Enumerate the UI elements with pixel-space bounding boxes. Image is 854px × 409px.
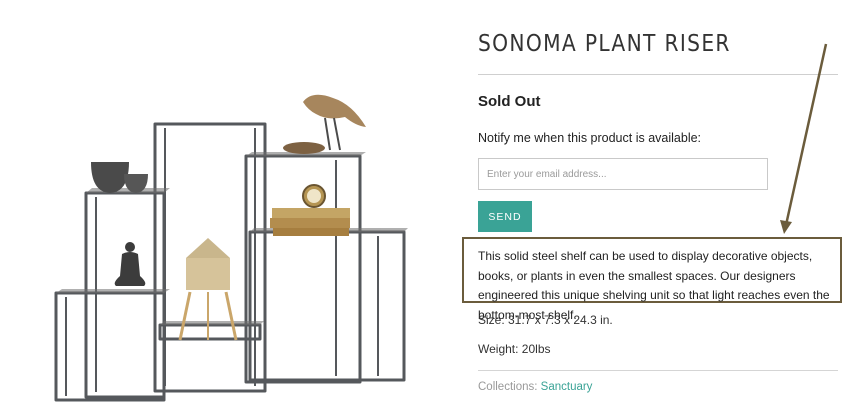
bowl-icon: [91, 162, 148, 193]
send-button[interactable]: SEND: [478, 201, 532, 232]
collections: Collections: Sanctuary: [478, 381, 592, 393]
clock-icon: [302, 184, 326, 208]
divider: [478, 74, 838, 75]
shelf-frame-right: [244, 154, 362, 384]
shelf-illustration: [54, 94, 408, 402]
page-title: SONOMA PLANT RISER: [478, 31, 731, 58]
books-icon: [270, 208, 350, 236]
shelf-frame-left: [84, 191, 166, 399]
product-size: Size: 31.7 x 7.3 x 24.3 in.: [478, 313, 613, 327]
status-sold-out: Sold Out: [478, 93, 541, 110]
collection-link-sanctuary[interactable]: Sanctuary: [541, 381, 593, 393]
email-field[interactable]: [478, 158, 768, 190]
bird-figurine-icon: [283, 94, 366, 154]
product-image: [40, 80, 420, 409]
collections-label: Collections:: [478, 381, 538, 393]
product-weight: Weight: 20lbs: [478, 342, 551, 356]
buddha-figurine-icon: [114, 242, 146, 286]
shelf-frame-far-right: [248, 230, 406, 382]
notify-label: Notify me when this product is available…: [478, 131, 702, 145]
divider: [478, 370, 838, 371]
shelf-frame-bottom-left: [54, 291, 166, 402]
